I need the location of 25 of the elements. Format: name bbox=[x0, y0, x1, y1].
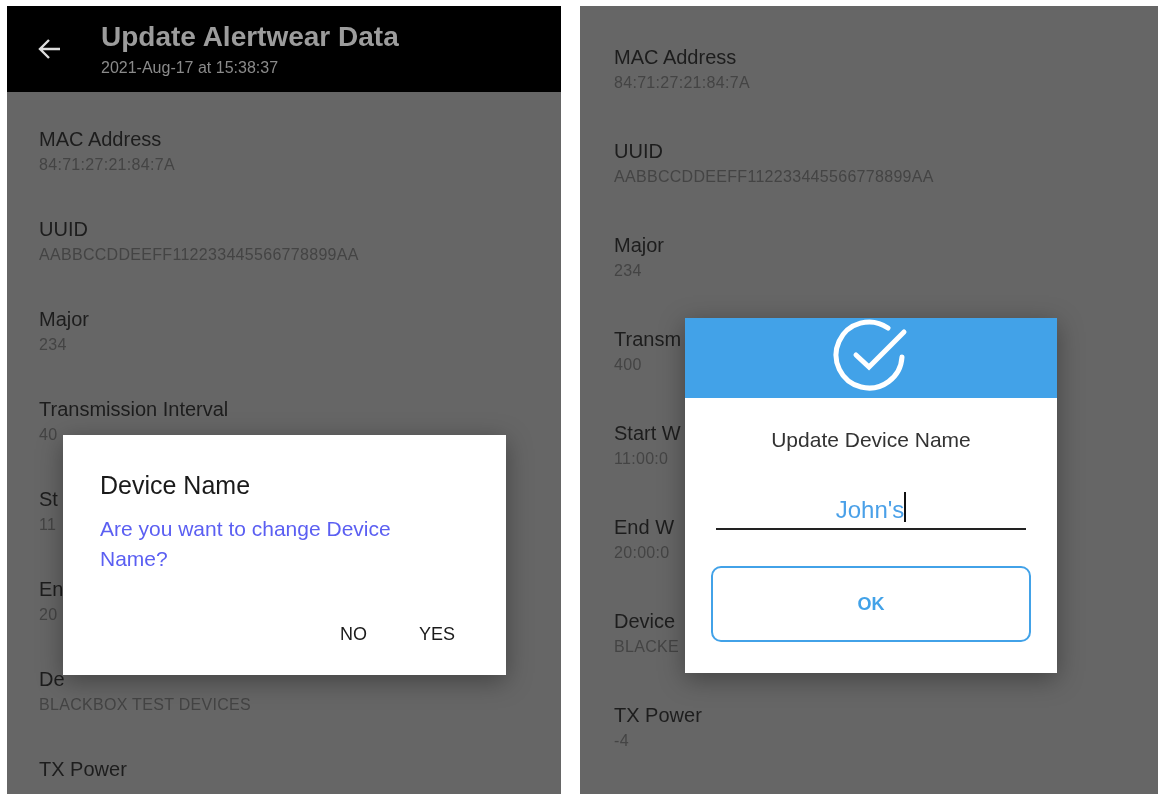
field-label: UUID bbox=[614, 139, 663, 163]
field-label: De bbox=[39, 667, 65, 691]
back-arrow-icon[interactable] bbox=[37, 38, 61, 60]
field-label: TX Power bbox=[614, 703, 702, 727]
field-label: Transm bbox=[614, 327, 682, 351]
dialog-title: Device Name bbox=[100, 471, 252, 500]
field-label: Major bbox=[614, 233, 664, 257]
dialog-button[interactable]: NO bbox=[333, 620, 373, 649]
text-cursor bbox=[904, 492, 907, 522]
dialog-title: Update Device Name bbox=[770, 428, 972, 452]
field-label: St bbox=[39, 487, 58, 511]
field-label: MAC Address bbox=[39, 127, 162, 151]
field-label: MAC Address bbox=[614, 45, 737, 69]
field-label: UUID bbox=[39, 217, 88, 241]
field-label: Major bbox=[39, 307, 89, 331]
screen-subtitle: 2021-Aug-17 at 15:38:37 bbox=[101, 59, 280, 77]
dialog-button[interactable]: YES bbox=[412, 620, 461, 649]
field-label: Start W bbox=[614, 421, 681, 445]
screen-title: Update Alertwear Data bbox=[101, 21, 399, 53]
dialog-message: Are you want to change Device Name? bbox=[100, 516, 392, 572]
field-label: End W bbox=[614, 515, 675, 539]
field-label: TX Power bbox=[39, 757, 127, 781]
field-label: Device bbox=[614, 609, 676, 633]
field-label: Transmission Interval bbox=[39, 397, 229, 421]
field-label: En bbox=[39, 577, 64, 601]
